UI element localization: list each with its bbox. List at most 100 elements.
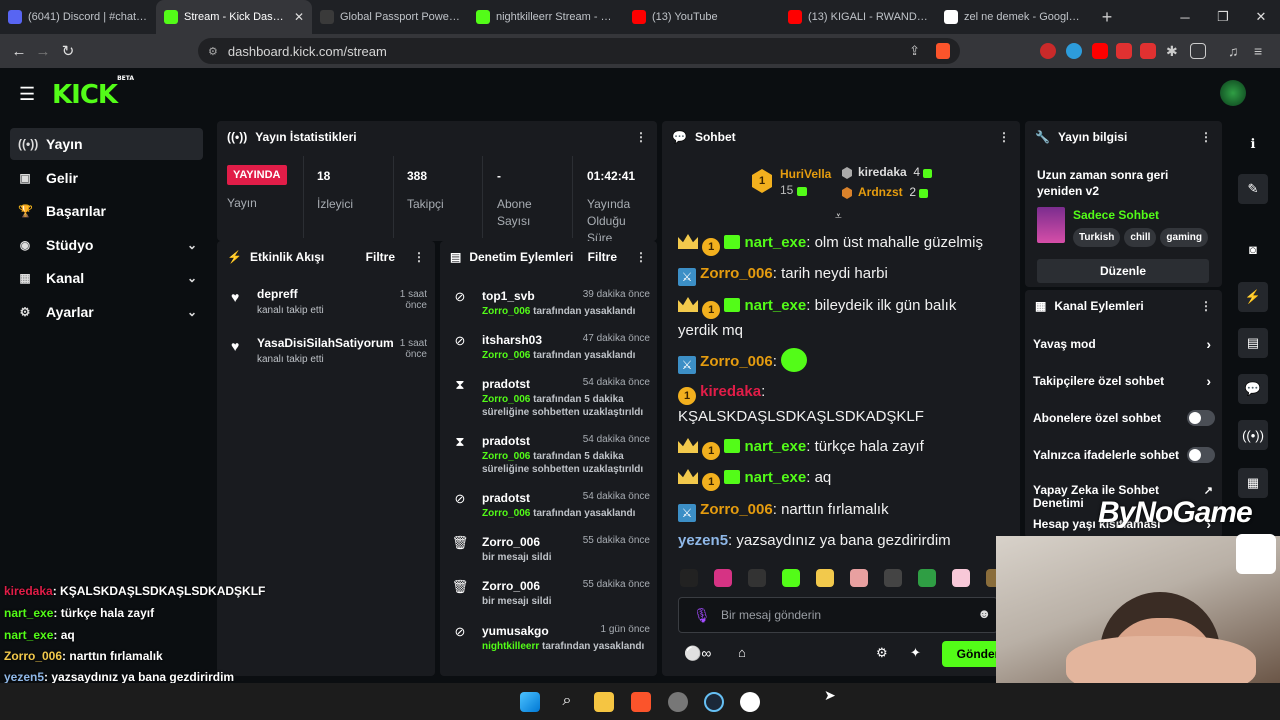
mod-target-user[interactable]: yumusakgo bbox=[482, 624, 549, 638]
mod-target-user[interactable]: pradotst bbox=[482, 491, 530, 505]
emote-icon[interactable] bbox=[714, 569, 732, 587]
sidebar-item-başarılar[interactable]: 🏆 Başarılar bbox=[10, 195, 203, 227]
mod-target-user[interactable]: top1_svb bbox=[482, 289, 535, 303]
mod-target-user[interactable]: Zorro_006 bbox=[482, 579, 540, 593]
chat-username[interactable]: Zorro_006 bbox=[700, 353, 773, 370]
stream-tag[interactable]: gaming bbox=[1160, 228, 1208, 247]
chat-username[interactable]: Zorro_006 bbox=[700, 265, 773, 282]
chat-username[interactable]: nart_exe bbox=[745, 469, 807, 486]
maximize-icon[interactable]: ❐ bbox=[1204, 0, 1242, 34]
emote-icon[interactable] bbox=[918, 569, 936, 587]
points-icon[interactable]: ⚪∞ bbox=[684, 645, 711, 662]
extension-icon[interactable] bbox=[1140, 43, 1156, 59]
chat-username[interactable]: nart_exe bbox=[745, 234, 807, 251]
channel-icon[interactable]: ▦ bbox=[1238, 468, 1268, 498]
app-icon[interactable] bbox=[668, 692, 688, 712]
brave-shield-icon[interactable] bbox=[936, 43, 950, 59]
mod-target-user[interactable]: itsharsh03 bbox=[482, 333, 542, 347]
broadcast-icon[interactable]: ((•)) bbox=[1238, 420, 1268, 450]
chat-username[interactable]: kiredaka bbox=[700, 383, 761, 400]
minimize-icon[interactable]: ─ bbox=[1166, 0, 1204, 34]
event-user[interactable]: depreff bbox=[257, 287, 298, 301]
emote-icon[interactable] bbox=[680, 569, 698, 587]
windows-start-icon[interactable] bbox=[520, 692, 540, 712]
filter-button[interactable]: Filtre bbox=[588, 250, 617, 264]
mod-actor[interactable]: nightkilleerr bbox=[482, 641, 539, 652]
menu-icon[interactable]: ≡ bbox=[1254, 43, 1270, 59]
site-settings-icon[interactable]: ⚙ bbox=[208, 45, 218, 58]
filter-button[interactable]: Filtre bbox=[366, 250, 395, 264]
mod-target-user[interactable]: pradotst bbox=[482, 377, 530, 391]
chat-input[interactable]: 🎙 Bir mesaj gönderin ☻ bbox=[678, 597, 998, 633]
stream-tag[interactable]: Turkish bbox=[1073, 228, 1121, 247]
hamburger-menu-icon[interactable]: ☰ bbox=[19, 84, 35, 105]
youtube-extension-icon[interactable] bbox=[1092, 43, 1108, 59]
emote-icon[interactable] bbox=[952, 569, 970, 587]
file-explorer-icon[interactable] bbox=[594, 692, 614, 712]
emote-icon[interactable] bbox=[884, 569, 902, 587]
chevron-down-icon[interactable]: ⌄ bbox=[187, 271, 197, 285]
collapse-icon[interactable]: ⩡ bbox=[835, 209, 842, 224]
more-icon[interactable]: ⋮ bbox=[998, 130, 1010, 144]
more-icon[interactable]: ⋮ bbox=[635, 250, 647, 264]
reload-icon[interactable]: ↻ bbox=[57, 40, 79, 62]
chevron-right-icon[interactable]: › bbox=[1206, 373, 1211, 389]
store-icon[interactable]: ⌂ bbox=[738, 645, 746, 660]
more-icon[interactable]: ⋮ bbox=[413, 250, 425, 264]
chevron-down-icon[interactable]: ⌄ bbox=[187, 305, 197, 319]
emoji-icon[interactable]: ☻ bbox=[977, 606, 991, 621]
ublock-icon[interactable] bbox=[1040, 43, 1056, 59]
event-user[interactable]: YasaDisiSilahSatiyorum bbox=[257, 336, 394, 350]
channel-action-row[interactable]: Yavaş mod › bbox=[1033, 336, 1215, 352]
browser-tab[interactable]: Global Passport Power Ra bbox=[312, 0, 468, 34]
media-icon[interactable]: ♫ bbox=[1228, 43, 1244, 59]
chat-bubble-icon[interactable]: 💬 bbox=[1238, 374, 1268, 404]
kick-logo[interactable]: KICKBETA bbox=[52, 75, 134, 110]
edit-icon[interactable]: ✎ bbox=[1238, 174, 1268, 204]
avatar[interactable] bbox=[1220, 80, 1246, 106]
sidebar-item-kanal[interactable]: ▦ Kanal ⌄ bbox=[10, 262, 203, 294]
mod-target-user[interactable]: Zorro_006 bbox=[482, 535, 540, 549]
mod-actor[interactable]: Zorro_006 bbox=[482, 350, 530, 361]
more-icon[interactable]: ⋮ bbox=[1200, 130, 1212, 144]
search-icon[interactable]: ⌕ bbox=[557, 692, 577, 712]
brave-browser-icon[interactable] bbox=[631, 692, 651, 712]
extension-icon[interactable] bbox=[1066, 43, 1082, 59]
sidebar-item-stüdyo[interactable]: ◉ Stüdyo ⌄ bbox=[10, 229, 203, 261]
puzzle-icon[interactable]: ✱ bbox=[1166, 43, 1182, 59]
browser-tab[interactable]: nightkilleerr Stream - Watc bbox=[468, 0, 624, 34]
sidebar-item-gelir[interactable]: ▣ Gelir bbox=[10, 162, 203, 194]
mod-actor[interactable]: Zorro_006 bbox=[482, 451, 530, 462]
close-window-icon[interactable]: ✕ bbox=[1242, 0, 1280, 34]
emote-icon[interactable] bbox=[816, 569, 834, 587]
mod-target-user[interactable]: pradotst bbox=[482, 434, 530, 448]
more-icon[interactable]: ⋮ bbox=[635, 130, 647, 144]
chat-username[interactable]: nart_exe bbox=[745, 297, 807, 314]
new-tab-button[interactable]: + bbox=[1092, 0, 1122, 34]
share-icon[interactable]: ⇪ bbox=[909, 43, 920, 59]
browser-tab[interactable]: (6041) Discord | #chat | Ni bbox=[0, 0, 156, 34]
back-icon[interactable]: ← bbox=[8, 40, 30, 62]
forward-icon[interactable]: → bbox=[32, 40, 54, 62]
mod-tools-icon[interactable]: ✦ bbox=[910, 645, 921, 661]
bolt-icon[interactable]: ⚡ bbox=[1238, 282, 1268, 312]
chat-username[interactable]: Zorro_006 bbox=[700, 501, 773, 518]
sidebar-item-ayarlar[interactable]: ⚙ Ayarlar ⌄ bbox=[10, 296, 203, 328]
chat-username[interactable]: nart_exe bbox=[745, 438, 807, 455]
channel-action-row[interactable]: Takipçilere özel sohbet › bbox=[1033, 373, 1215, 389]
emote-icon[interactable] bbox=[850, 569, 868, 587]
steam-icon[interactable] bbox=[704, 692, 724, 712]
mod-actor[interactable]: Zorro_006 bbox=[482, 306, 530, 317]
gifter-name[interactable]: kiredaka bbox=[858, 165, 907, 179]
mod-actor[interactable]: Zorro_006 bbox=[482, 394, 530, 405]
browser-tab[interactable]: Stream - Kick Dashboard ✕ bbox=[156, 0, 312, 34]
edit-button[interactable]: Düzenle bbox=[1037, 259, 1209, 283]
browser-tab[interactable]: (13) YouTube bbox=[624, 0, 780, 34]
stream-tag[interactable]: chill bbox=[1124, 228, 1157, 247]
browser-tab[interactable]: (13) KIGALI - RWANDA: Di bbox=[780, 0, 936, 34]
camera-icon[interactable]: ◙ bbox=[1238, 234, 1268, 264]
extension-icon[interactable] bbox=[1116, 43, 1132, 59]
address-bar[interactable]: ⚙ dashboard.kick.com/stream ⇪ bbox=[198, 38, 960, 64]
chevron-right-icon[interactable]: › bbox=[1206, 336, 1211, 352]
more-icon[interactable]: ⋮ bbox=[1200, 299, 1212, 313]
